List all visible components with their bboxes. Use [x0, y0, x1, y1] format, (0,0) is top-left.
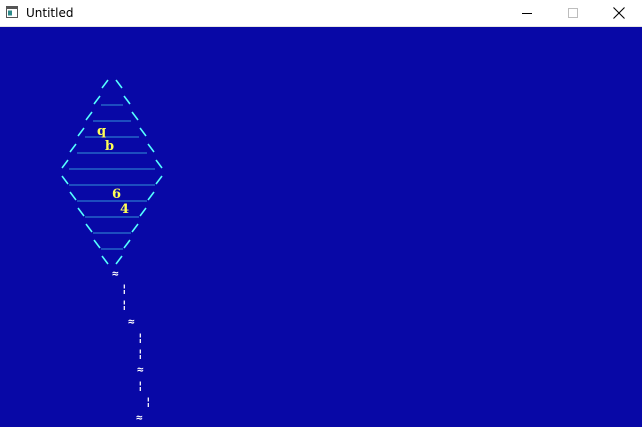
- close-icon: [613, 7, 625, 19]
- kite-edge-right: [123, 239, 131, 249]
- kite-tail-glyph: ¦: [137, 347, 144, 360]
- kite-tail-glyph: ¦: [121, 298, 128, 311]
- kite-edge-right: [147, 143, 155, 153]
- kite-label: q: [97, 124, 106, 139]
- kite-edge-left: [61, 175, 69, 185]
- kite-scene: qb64≈¦¦≈¦¦≈¦¦≈: [61, 79, 163, 424]
- maximize-icon: [568, 8, 578, 18]
- kite-edge-right: [131, 223, 139, 233]
- kite-edge-right: [155, 175, 163, 185]
- kite-edge-left: [69, 191, 77, 201]
- kite-edge-left: [69, 143, 77, 153]
- app-window: Untitled q b 6 4 ≈ ¦ ¦ ≈ ¦ ¦ ≈ ¦ ¦ ≈: [0, 0, 642, 427]
- kite-edge-left: [77, 127, 85, 137]
- kite-tail-glyph: ≈: [136, 411, 143, 424]
- kite-edge-left: [101, 79, 109, 89]
- kite-edge-right: [139, 127, 147, 137]
- kite-tail-glyph: ≈: [137, 363, 144, 376]
- minimize-button[interactable]: [504, 0, 550, 26]
- kite-tail-glyph: ≈: [128, 315, 135, 328]
- kite-edge-left: [61, 159, 69, 169]
- close-button[interactable]: [596, 0, 642, 26]
- kite-edge-right: [131, 111, 139, 121]
- kite-edge-right: [123, 95, 131, 105]
- kite-label: b: [105, 139, 114, 154]
- kite-tail-glyph: ¦: [137, 331, 144, 344]
- minimize-icon: [522, 13, 532, 14]
- kite-edge-right: [147, 191, 155, 201]
- kite-edge-left: [101, 255, 109, 265]
- drawing-canvas: q b 6 4 ≈ ¦ ¦ ≈ ¦ ¦ ≈ ¦ ¦ ≈: [0, 27, 642, 427]
- kite-edge-left: [85, 111, 93, 121]
- kite-edge-left: [93, 95, 101, 105]
- kite-edge-right: [139, 207, 147, 217]
- kite-label: 4: [120, 202, 129, 217]
- title-bar[interactable]: Untitled: [0, 0, 642, 27]
- window-title: Untitled: [26, 6, 74, 20]
- kite-label: 6: [112, 187, 121, 202]
- kite-edge-left: [77, 207, 85, 217]
- kite-tail-glyph: ¦: [145, 395, 152, 408]
- kite-tail-glyph: ¦: [137, 379, 144, 392]
- maximize-button[interactable]: [550, 0, 596, 26]
- kite-edge-left: [93, 239, 101, 249]
- app-window-icon: [6, 6, 18, 18]
- kite-tail-glyph: ¦: [121, 282, 128, 295]
- kite-edge-right: [115, 79, 123, 89]
- kite-tail-glyph: ≈: [112, 267, 119, 280]
- kite-edge-right: [115, 255, 123, 265]
- kite-edge-left: [85, 223, 93, 233]
- kite-edge-right: [155, 159, 163, 169]
